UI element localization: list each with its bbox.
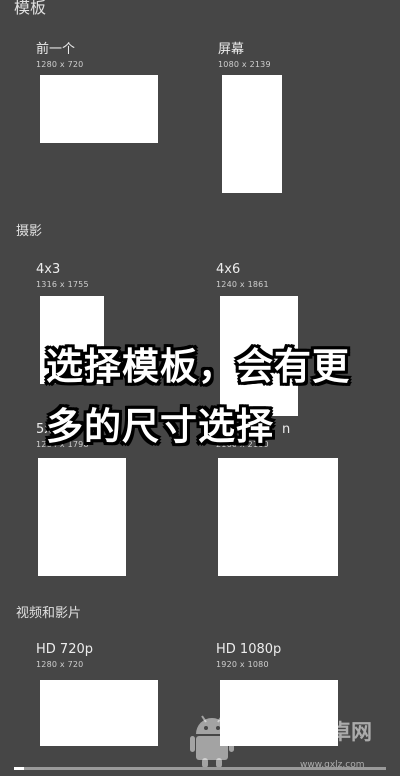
template-size: 1316 x 1755 [36, 280, 89, 289]
section-title-photo: 摄影 [16, 224, 43, 239]
template-name: 4x3 [36, 262, 61, 277]
template-name: 前一个 [36, 42, 76, 57]
overlay-caption-line1: 选择模板，会有更 [46, 345, 350, 388]
template-size: 1240 x 1861 [216, 280, 269, 289]
template-card-previous[interactable]: 前一个 1280 x 720 [36, 38, 166, 148]
template-card-screen[interactable]: 屏幕 1080 x 2139 [218, 38, 308, 196]
template-card-hd720[interactable]: HD 720p 1280 x 720 [36, 642, 166, 752]
section-title-templates: 模板 [14, 0, 47, 17]
template-card-hd1080[interactable]: HD 1080p 1920 x 1080 [216, 642, 346, 752]
template-size: 1920 x 1080 [216, 660, 269, 669]
horizontal-scrollbar[interactable] [14, 767, 386, 770]
overlay-caption-line2: 多的尺寸选择 [46, 405, 274, 448]
template-size: 1080 x 2139 [218, 60, 271, 69]
template-name: HD 1080p [216, 642, 282, 657]
template-thumbnail [222, 75, 282, 193]
template-thumbnail [40, 75, 158, 143]
template-thumbnail [218, 458, 338, 576]
template-thumbnail [38, 458, 126, 576]
template-name: 屏幕 [218, 42, 245, 57]
template-size: 1280 x 720 [36, 60, 84, 69]
template-name: HD 720p [36, 642, 93, 657]
section-title-video: 视频和影片 [16, 606, 82, 621]
android-logo-icon [190, 708, 234, 768]
template-thumbnail [40, 680, 158, 746]
template-thumbnail [220, 680, 338, 746]
template-name: 4x6 [216, 262, 241, 277]
watermark-text: 卓网 [330, 720, 372, 744]
template-size: 1280 x 720 [36, 660, 84, 669]
scrollbar-thumb[interactable] [14, 767, 24, 770]
